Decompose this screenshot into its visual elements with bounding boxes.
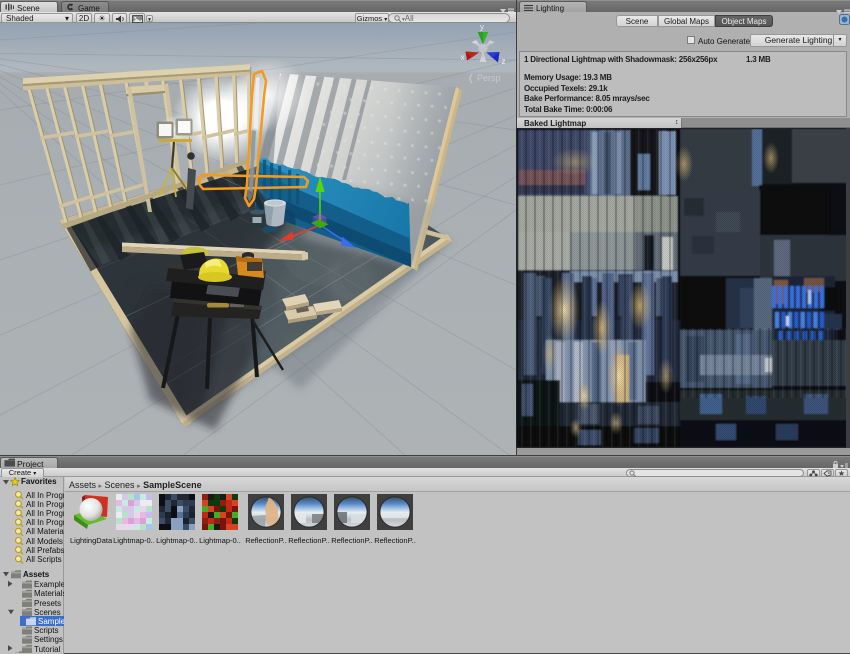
svg-text:z: z [502,57,506,66]
svg-text:❬ Persp: ❬ Persp [467,73,501,84]
svg-text:y: y [480,23,484,32]
svg-text:x: x [461,53,465,62]
